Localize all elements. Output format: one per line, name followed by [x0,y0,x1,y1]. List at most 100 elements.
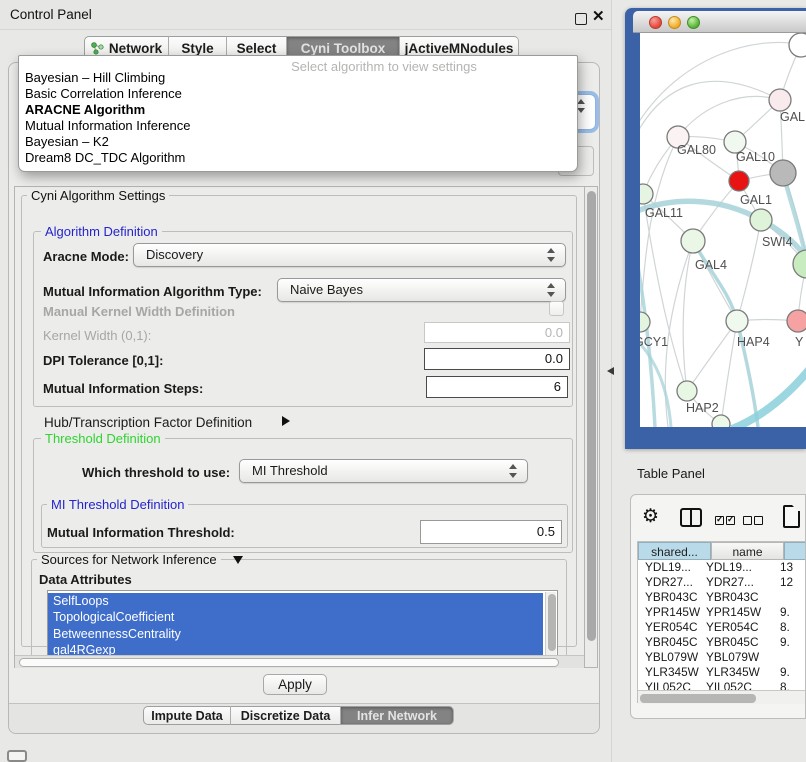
data-attributes-list[interactable]: SelfLoopsTopologicalCoefficientBetweenne… [47,590,558,657]
combo-spinner-icon [509,463,517,479]
kernel-width-field[interactable]: 0.0 [424,322,570,343]
mi-steps-field[interactable]: 6 [426,376,568,398]
tab-impute-data-label: Impute Data [151,709,223,723]
dropdown-item[interactable]: Bayesian – K2 [23,134,573,150]
network-node-hap2[interactable] [677,381,697,401]
deselect-all-checkboxes-icon[interactable] [743,512,765,530]
combo-spinner-icon [577,98,585,114]
settings-horizontal-scrollbar[interactable] [15,655,584,668]
table-row[interactable]: YDL19...YDL19...13 [638,560,806,575]
node-label: HAP2 [686,401,719,415]
node-label: GAL80 [677,143,716,157]
data-attribute-item[interactable]: SelfLoops [48,593,543,609]
table-cell: 13 [776,560,793,575]
network-node-labels: GALGAL80GAL10GAL1GAL11SWI4GAL4GCY1HAP4YH… [640,110,805,415]
close-window-icon[interactable] [649,16,662,29]
dropdown-item[interactable]: Mutual Information Inference [23,118,573,134]
table-row[interactable]: YER054CYER054C8. [638,620,806,635]
aracne-mode-label: Aracne Mode: [43,249,129,264]
select-all-checkboxes-icon[interactable] [715,512,737,530]
scrollbar-thumb[interactable] [19,658,559,667]
data-attributes-label: Data Attributes [39,572,132,587]
column-header-name[interactable]: name [711,542,784,560]
combo-spinner-icon [547,247,555,263]
table-horizontal-scrollbar[interactable] [638,690,806,704]
table-cell: 12 [776,575,793,590]
node-label: GAL11 [645,206,683,220]
document-icon[interactable] [783,505,800,528]
combo-spinner-icon [547,282,555,298]
network-node[interactable] [712,415,730,427]
expand-right-icon[interactable] [282,416,290,426]
minimize-window-icon[interactable] [668,16,681,29]
table-row[interactable]: YLR345WYLR345W9. [638,665,806,680]
collapse-down-icon[interactable] [233,556,243,564]
table-cell: YDL19... [638,560,704,575]
threshold-definition-title: Threshold Definition [41,432,165,445]
aracne-mode-value: Discovery [146,247,203,262]
dropdown-item[interactable]: Dream8 DC_TDC Algorithm [23,150,573,166]
network-node-gal4[interactable] [681,229,705,253]
float-panel-icon[interactable] [575,13,587,25]
settings-vertical-scrollbar[interactable] [584,186,598,668]
which-threshold-combobox[interactable]: MI Threshold [239,459,528,483]
network-node-gal[interactable] [769,89,791,111]
tab-infer-network[interactable]: Infer Network [341,706,454,725]
network-node[interactable] [789,33,806,57]
table-cell: YIL052C [638,680,704,690]
dpi-tolerance-field[interactable]: 0.0 [424,348,570,370]
table-cell: YPR145W [638,605,704,620]
table-cell: YBR043C [704,590,776,605]
list-vertical-scrollbar[interactable] [545,592,556,656]
dropdown-item[interactable]: Bayesian – Hill Climbing [23,70,573,86]
node-label: SWI4 [762,235,793,249]
data-attribute-item[interactable]: TopologicalCoefficient [48,609,543,625]
cyni-algorithm-settings-title: Cyni Algorithm Settings [27,189,169,202]
network-canvas[interactable]: GALGAL80GAL10GAL1GAL11SWI4GAL4GCY1HAP4YH… [640,33,806,427]
tab-discretize-data[interactable]: Discretize Data [231,706,341,725]
network-node-swi4[interactable] [750,209,772,231]
node-label: GAL1 [740,193,772,207]
kernel-width-label: Kernel Width (0,1): [43,328,151,343]
table-row[interactable]: YPR145WYPR145W9. [638,605,806,620]
columns-icon[interactable] [680,508,702,527]
apply-button[interactable]: Apply [263,674,327,695]
dropdown-item[interactable]: Basic Correlation Inference [23,86,573,102]
network-window-titlebar[interactable] [633,11,806,33]
table-cell: 9. [776,665,790,680]
table-toolbar: ⚙ [631,503,806,535]
network-node[interactable] [793,250,806,278]
table-cell: YER054C [704,620,776,635]
dropdown-item[interactable]: ARACNE Algorithm [23,102,573,118]
gear-icon[interactable]: ⚙ [642,505,659,528]
table-row[interactable]: YBL079WYBL079W [638,650,806,665]
manual-kernel-checkbox[interactable] [549,301,564,316]
table-row[interactable]: YBR043CYBR043C [638,590,806,605]
network-node-y[interactable] [787,310,806,332]
column-header-cut[interactable] [784,542,806,560]
control-panel-titlebar: Control Panel ✕ [0,0,612,30]
table-body: YDL19...YDL19...13YDR27...YDR27...12YBR0… [638,560,806,690]
scrollbar-thumb[interactable] [548,594,556,651]
scrollbar-thumb[interactable] [587,191,596,641]
table-cell: YLR345W [638,665,704,680]
network-node-gal1[interactable] [729,171,749,191]
scrollbar-thumb[interactable] [640,694,756,703]
tab-impute-data[interactable]: Impute Data [143,706,231,725]
table-row[interactable]: YDR27...YDR27...12 [638,575,806,590]
data-attribute-item[interactable]: BetweennessCentrality [48,626,543,642]
table-row[interactable]: YIL052CYIL052C8. [638,680,806,690]
table-row[interactable]: YBR045CYBR045C9. [638,635,806,650]
aracne-mode-combobox[interactable]: Discovery [133,243,566,267]
network-node-hap4[interactable] [726,310,748,332]
zoom-window-icon[interactable] [687,16,700,29]
sources-title: Sources for Network Inference [37,553,221,566]
table-cell: YDR27... [638,575,704,590]
close-icon[interactable]: ✕ [592,7,605,25]
mi-threshold-field[interactable]: 0.5 [420,520,562,544]
which-threshold-value: MI Threshold [252,463,328,478]
mi-type-combobox[interactable]: Naive Bayes [277,278,566,302]
minimized-panel-icon[interactable] [7,750,27,762]
tab-network-label: Network [109,41,162,56]
column-header-shared-name[interactable]: shared... [638,542,711,560]
